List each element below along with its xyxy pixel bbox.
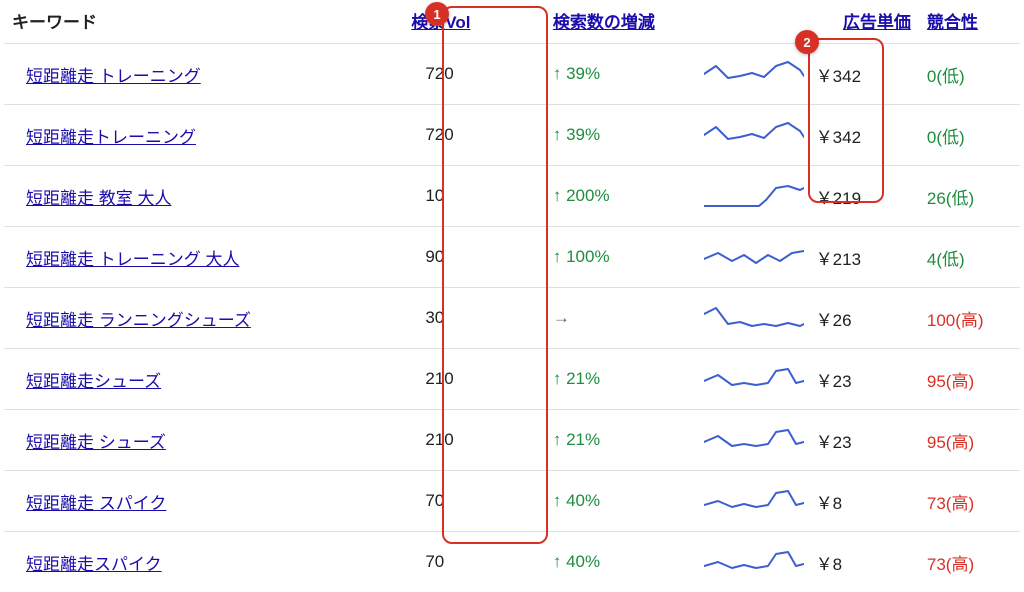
table-row: 短距離走 トレーニング720↑ 39%￥3420(低) xyxy=(4,44,1020,105)
trend-cell: ↑ 200% xyxy=(545,166,697,227)
table-row: 短距離走 スパイク70↑ 40%￥873(高) xyxy=(4,471,1020,532)
keyword-link[interactable]: 短距離走シューズ xyxy=(26,372,161,391)
arrow-up-icon: ↑ xyxy=(553,491,566,510)
competition-cell: 0(低) xyxy=(919,105,1020,166)
trend-cell: ↑ 21% xyxy=(545,410,697,471)
arrow-up-icon: ↑ xyxy=(553,125,566,144)
header-cpc[interactable]: 広告単価 xyxy=(808,0,919,44)
table-row: 短距離走 教室 大人10↑ 200%￥21926(低) xyxy=(4,166,1020,227)
keyword-link[interactable]: 短距離走 トレーニング xyxy=(26,67,201,86)
volume-cell: 210 xyxy=(403,349,545,410)
cpc-cell: ￥23 xyxy=(808,349,919,410)
sparkline-icon xyxy=(704,426,804,454)
trend-value: 100% xyxy=(566,247,609,266)
trend-cell: ↑ 40% xyxy=(545,471,697,532)
keyword-link[interactable]: 短距離走スパイク xyxy=(26,555,162,574)
sparkline-icon xyxy=(704,182,804,210)
sparkline-cell xyxy=(696,227,807,288)
trend-cell: ↑ 100% xyxy=(545,227,697,288)
arrow-up-icon: ↑ xyxy=(553,369,566,388)
sparkline-cell xyxy=(696,166,807,227)
volume-cell: 70 xyxy=(403,471,545,532)
cpc-cell: ￥342 xyxy=(808,44,919,105)
sparkline-icon xyxy=(704,121,804,149)
table-row: 短距離走 シューズ210↑ 21%￥2395(高) xyxy=(4,410,1020,471)
keyword-link[interactable]: 短距離走 ランニングシューズ xyxy=(26,311,251,330)
sparkline-cell xyxy=(696,105,807,166)
trend-value: 200% xyxy=(566,186,609,205)
table-row: 短距離走シューズ210↑ 21%￥2395(高) xyxy=(4,349,1020,410)
table-row: 短距離走 トレーニング 大人90↑ 100%￥2134(低) xyxy=(4,227,1020,288)
trend-cell: ↑ 39% xyxy=(545,105,697,166)
sparkline-cell xyxy=(696,288,807,349)
header-volume[interactable]: 検索Vol xyxy=(403,0,545,44)
trend-value: 40% xyxy=(566,491,600,510)
table-row: 短距離走トレーニング720↑ 39%￥3420(低) xyxy=(4,105,1020,166)
arrow-right-icon: → xyxy=(553,308,570,327)
competition-cell: 4(低) xyxy=(919,227,1020,288)
arrow-up-icon: ↑ xyxy=(553,186,566,205)
cpc-cell: ￥8 xyxy=(808,532,919,592)
trend-value: 39% xyxy=(566,125,600,144)
volume-cell: 10 xyxy=(403,166,545,227)
competition-cell: 100(高) xyxy=(919,288,1020,349)
trend-value: 21% xyxy=(566,430,600,449)
trend-cell: ↑ 21% xyxy=(545,349,697,410)
sparkline-icon xyxy=(704,548,804,576)
sparkline-cell xyxy=(696,44,807,105)
trend-cell: ↑ 39% xyxy=(545,44,697,105)
trend-value: 40% xyxy=(566,552,600,571)
sparkline-icon xyxy=(704,487,804,515)
arrow-up-icon: ↑ xyxy=(553,247,566,266)
volume-cell: 70 xyxy=(403,532,545,592)
volume-cell: 720 xyxy=(403,105,545,166)
keyword-link[interactable]: 短距離走 教室 大人 xyxy=(26,189,171,208)
keyword-link[interactable]: 短距離走トレーニング xyxy=(26,128,196,147)
callout-badge-1: 1 xyxy=(425,2,449,26)
table-row: 短距離走スパイク70↑ 40%￥873(高) xyxy=(4,532,1020,592)
cpc-cell: ￥23 xyxy=(808,410,919,471)
arrow-up-icon: ↑ xyxy=(553,552,566,571)
header-trend[interactable]: 検索数の増減 xyxy=(545,0,697,44)
sparkline-cell xyxy=(696,532,807,592)
sparkline-cell xyxy=(696,410,807,471)
keyword-table-wrap: 1 2 キーワード 検索Vol 検索数の増減 広告単価 競合性 短距離走 トレー… xyxy=(4,0,1020,592)
trend-value: 21% xyxy=(566,369,600,388)
competition-cell: 73(高) xyxy=(919,532,1020,592)
cpc-cell: ￥342 xyxy=(808,105,919,166)
keyword-link[interactable]: 短距離走 スパイク xyxy=(26,494,166,513)
sparkline-icon xyxy=(704,243,804,271)
keyword-link[interactable]: 短距離走 トレーニング 大人 xyxy=(26,250,239,269)
cpc-cell: ￥213 xyxy=(808,227,919,288)
cpc-cell: ￥219 xyxy=(808,166,919,227)
competition-cell: 0(低) xyxy=(919,44,1020,105)
keyword-link[interactable]: 短距離走 シューズ xyxy=(26,433,166,452)
cpc-cell: ￥26 xyxy=(808,288,919,349)
competition-cell: 95(高) xyxy=(919,410,1020,471)
sparkline-cell xyxy=(696,471,807,532)
callout-badge-2: 2 xyxy=(795,30,819,54)
sparkline-icon xyxy=(704,60,804,88)
header-competition[interactable]: 競合性 xyxy=(919,0,1020,44)
cpc-cell: ￥8 xyxy=(808,471,919,532)
trend-cell: ↑ 40% xyxy=(545,532,697,592)
volume-cell: 720 xyxy=(403,44,545,105)
volume-cell: 210 xyxy=(403,410,545,471)
sparkline-icon xyxy=(704,365,804,393)
keyword-table: キーワード 検索Vol 検索数の増減 広告単価 競合性 短距離走 トレーニング 7… xyxy=(4,0,1020,592)
header-keyword: キーワード xyxy=(4,0,403,44)
competition-cell: 73(高) xyxy=(919,471,1020,532)
table-row: 短距離走 ランニングシューズ 30 → ￥26100(高) xyxy=(4,288,1020,349)
arrow-up-icon: ↑ xyxy=(553,430,566,449)
volume-cell: 30 xyxy=(403,288,545,349)
competition-cell: 95(高) xyxy=(919,349,1020,410)
trend-value: 39% xyxy=(566,64,600,83)
competition-cell: 26(低) xyxy=(919,166,1020,227)
sparkline-icon xyxy=(704,304,804,332)
volume-cell: 90 xyxy=(403,227,545,288)
trend-cell: → xyxy=(545,288,697,349)
arrow-up-icon: ↑ xyxy=(553,64,566,83)
sparkline-cell xyxy=(696,349,807,410)
